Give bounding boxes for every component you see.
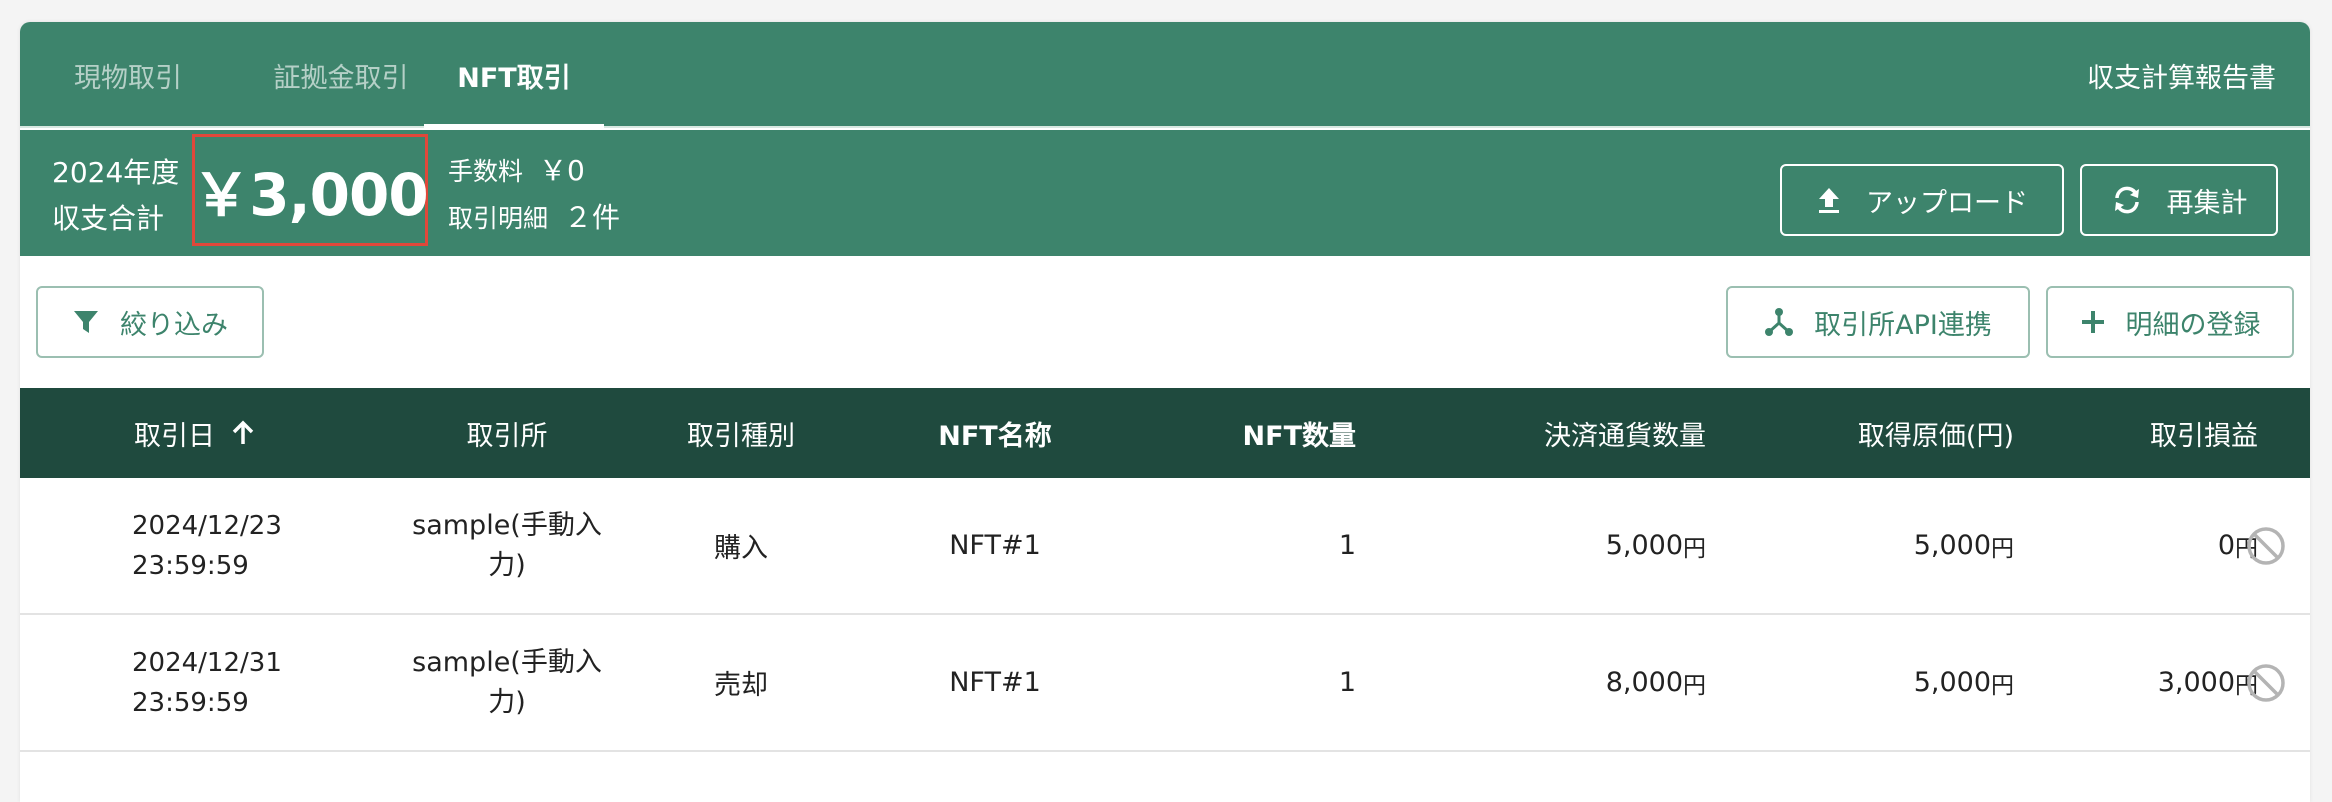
cell-pnl: 3,000 円 <box>2020 615 2258 750</box>
currency-unit: 円 <box>1991 672 2014 699</box>
column-pnl[interactable]: 取引損益 <box>2020 388 2258 478</box>
upload-button[interactable]: アップロード <box>1780 164 2064 236</box>
cell-cost: 5,000 円 <box>1710 615 2014 750</box>
count-label: 取引明細 <box>448 204 549 233</box>
recalculate-label: 再集計 <box>2166 187 2248 219</box>
column-exchange[interactable]: 取引所 <box>382 388 632 478</box>
cost-value: 5,000 <box>1913 667 1991 698</box>
column-type[interactable]: 取引種別 <box>632 388 850 478</box>
filter-icon <box>74 311 98 333</box>
report-link[interactable]: 収支計算報告書 <box>2087 22 2276 128</box>
exchange-text: sample(手動入 <box>412 646 602 678</box>
table-row[interactable]: 2024/12/31 23:59:59 sample(手動入 力) 売却 NFT… <box>20 615 2310 752</box>
date-text: 2024/12/31 <box>132 647 282 678</box>
cell-settle-amount: 8,000 円 <box>1360 615 1706 750</box>
exchange-text-cont: 力) <box>488 686 526 718</box>
cell-exchange: sample(手動入 力) <box>372 478 642 613</box>
count-value: ２件 <box>563 201 620 234</box>
total-label: 収支合計 <box>52 202 165 235</box>
column-date-label: 取引日 <box>134 420 215 452</box>
currency-unit: 円 <box>1683 535 1706 562</box>
column-settle-amount[interactable]: 決済通貨数量 <box>1360 388 1706 478</box>
table-header: 取引日 取引所 取引種別 NFT名称 NFT数量 決済通貨数量 取得原価(円) … <box>20 388 2310 478</box>
cell-date: 2024/12/31 23:59:59 <box>132 615 352 750</box>
cell-pnl: 0円 <box>2020 478 2258 613</box>
cell-cost: 5,000 円 <box>1710 478 2014 613</box>
cell-type: 購入 <box>714 533 768 564</box>
cell-nft-qty: 1 <box>1338 530 1356 561</box>
column-nft-name[interactable]: NFT名称 <box>880 388 1110 478</box>
fee-line: 手数料 ￥0 <box>448 148 620 195</box>
plus-icon <box>2081 311 2104 333</box>
column-date[interactable]: 取引日 <box>134 388 334 478</box>
column-nft-qty[interactable]: NFT数量 <box>1100 388 1356 478</box>
add-entry-label: 明細の登録 <box>2125 309 2261 341</box>
cost-value: 5,000 <box>1913 530 1991 561</box>
cell-type: 売却 <box>714 670 768 701</box>
cell-date: 2024/12/23 23:59:59 <box>132 478 352 613</box>
total-amount: ￥3,000 <box>192 134 429 246</box>
pnl-value: 3,000 <box>2157 667 2235 698</box>
filter-button[interactable]: 絞り込み <box>36 286 264 358</box>
tab-bar: 現物取引 証拠金取引 NFT取引 収支計算報告書 <box>20 22 2310 128</box>
exchange-api-button[interactable]: 取引所API連携 <box>1726 286 2030 358</box>
api-connect-icon <box>1765 308 1794 336</box>
time-text: 23:59:59 <box>132 687 249 718</box>
recalculate-button[interactable]: 再集計 <box>2080 164 2278 236</box>
fee-label: 手数料 <box>448 157 524 186</box>
exchange-api-label: 取引所API連携 <box>1814 309 1992 341</box>
main-panel: 現物取引 証拠金取引 NFT取引 収支計算報告書 2024年度 収支合計 ￥3,… <box>20 22 2310 802</box>
pnl-value: 0 <box>2217 530 2235 561</box>
cell-nft-qty: 1 <box>1338 667 1356 698</box>
ban-icon <box>2247 526 2285 565</box>
exchange-text-cont: 力) <box>488 549 526 581</box>
refresh-icon <box>2114 186 2139 214</box>
summary-bar: 2024年度 収支合計 ￥3,000 手数料 ￥0 取引明細 ２件 アップロード <box>20 130 2310 256</box>
summary-meta: 手数料 ￥0 取引明細 ２件 <box>448 148 620 242</box>
table-row[interactable]: 2024/12/23 23:59:59 sample(手動入 力) 購入 NFT… <box>20 478 2310 615</box>
year-label: 2024年度 収支合計 <box>52 150 202 242</box>
sort-arrow-up-icon <box>232 420 254 444</box>
settle-amount-value: 8,000 <box>1605 667 1683 698</box>
upload-icon <box>1819 188 1839 213</box>
tab-margin[interactable]: 証拠金取引 <box>236 22 446 128</box>
currency-unit: 円 <box>1991 535 2014 562</box>
filter-label: 絞り込み <box>120 309 228 341</box>
settle-amount-value: 5,000 <box>1605 530 1683 561</box>
cell-nft-name: NFT#1 <box>949 530 1041 561</box>
cell-settle-amount: 5,000 円 <box>1360 478 1706 613</box>
column-cost[interactable]: 取得原価(円) <box>1710 388 2014 478</box>
count-line: 取引明細 ２件 <box>448 195 620 242</box>
cell-exchange: sample(手動入 力) <box>372 615 642 750</box>
ban-icon <box>2247 663 2285 702</box>
upload-label: アップロード <box>1866 187 2028 219</box>
currency-unit: 円 <box>1683 672 1706 699</box>
add-entry-button[interactable]: 明細の登録 <box>2046 286 2294 358</box>
fee-value: ￥0 <box>538 154 585 187</box>
exclude-button[interactable] <box>2236 615 2296 750</box>
date-text: 2024/12/23 <box>132 510 282 541</box>
tab-nft[interactable]: NFT取引 <box>424 22 604 128</box>
cell-nft-name: NFT#1 <box>949 667 1041 698</box>
exchange-text: sample(手動入 <box>412 509 602 541</box>
exclude-button[interactable] <box>2236 478 2296 613</box>
tab-spot[interactable]: 現物取引 <box>48 22 208 128</box>
year-line: 2024年度 <box>52 156 180 189</box>
time-text: 23:59:59 <box>132 550 249 581</box>
